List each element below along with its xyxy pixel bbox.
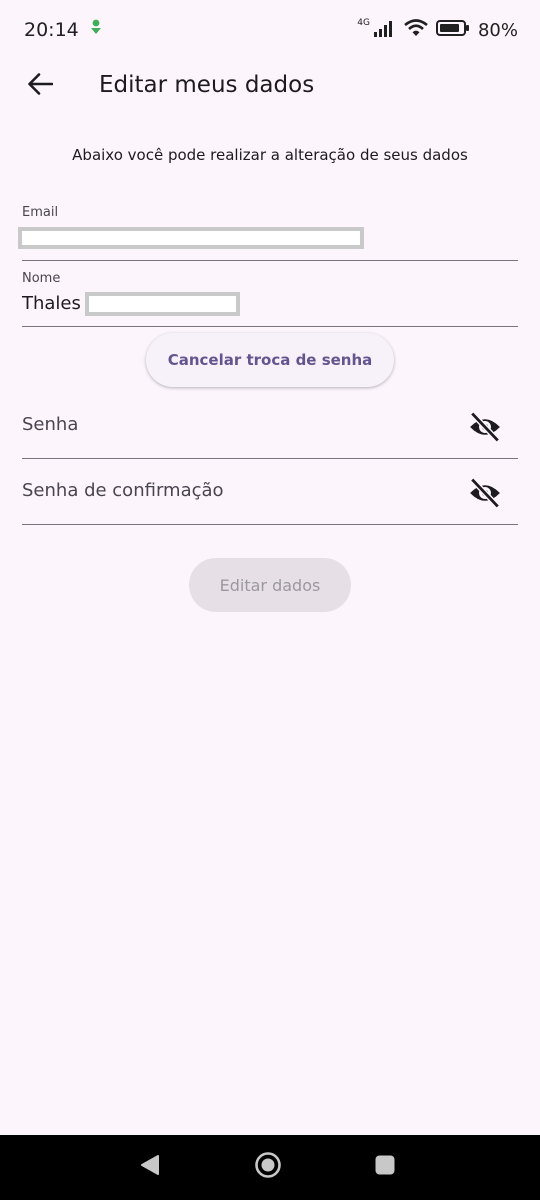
cancel-password-change-button[interactable]: Cancelar troca de senha xyxy=(146,333,394,387)
password-label: Senha xyxy=(22,414,79,435)
nav-back-button[interactable] xyxy=(130,1149,170,1185)
name-field[interactable]: Nome Thales xyxy=(22,262,518,327)
app-bar: Editar meus dados xyxy=(0,60,540,112)
email-label: Email xyxy=(22,205,59,220)
edit-data-button[interactable]: Editar dados xyxy=(189,558,351,612)
page-title: Editar meus dados xyxy=(99,72,315,98)
battery-percentage: 80% xyxy=(477,19,518,41)
eye-off-icon[interactable] xyxy=(468,410,502,444)
network-type: 4G xyxy=(357,18,370,28)
password-confirm-label: Senha de confirmação xyxy=(22,480,224,501)
intro-text: Abaixo você pode realizar a alteração de… xyxy=(72,146,468,164)
nav-home-button[interactable] xyxy=(248,1148,288,1186)
password-field[interactable]: Senha xyxy=(22,392,518,459)
home-circle-icon xyxy=(254,1151,282,1183)
status-left: 20:14 xyxy=(24,19,103,42)
nav-recents-button[interactable] xyxy=(365,1149,405,1185)
email-field[interactable]: Email xyxy=(18,196,518,261)
email-redaction xyxy=(18,227,364,249)
name-redaction xyxy=(85,292,240,316)
back-button[interactable] xyxy=(20,66,60,106)
name-label: Nome xyxy=(22,271,61,286)
eye-off-icon[interactable] xyxy=(468,476,502,510)
status-time: 20:14 xyxy=(24,19,79,41)
battery-icon xyxy=(435,19,470,42)
back-triangle-icon xyxy=(140,1154,160,1180)
system-nav-bar xyxy=(0,1135,540,1200)
wifi-icon xyxy=(404,18,428,42)
download-icon xyxy=(89,19,103,42)
status-bar: 20:14 4G 80% xyxy=(0,0,540,60)
status-right: 4G 80% xyxy=(357,18,518,42)
password-confirm-field[interactable]: Senha de confirmação xyxy=(22,458,518,525)
signal-icon xyxy=(373,19,396,42)
arrow-left-icon xyxy=(27,73,54,99)
name-value: Thales xyxy=(22,293,81,314)
recents-square-icon xyxy=(374,1154,396,1180)
